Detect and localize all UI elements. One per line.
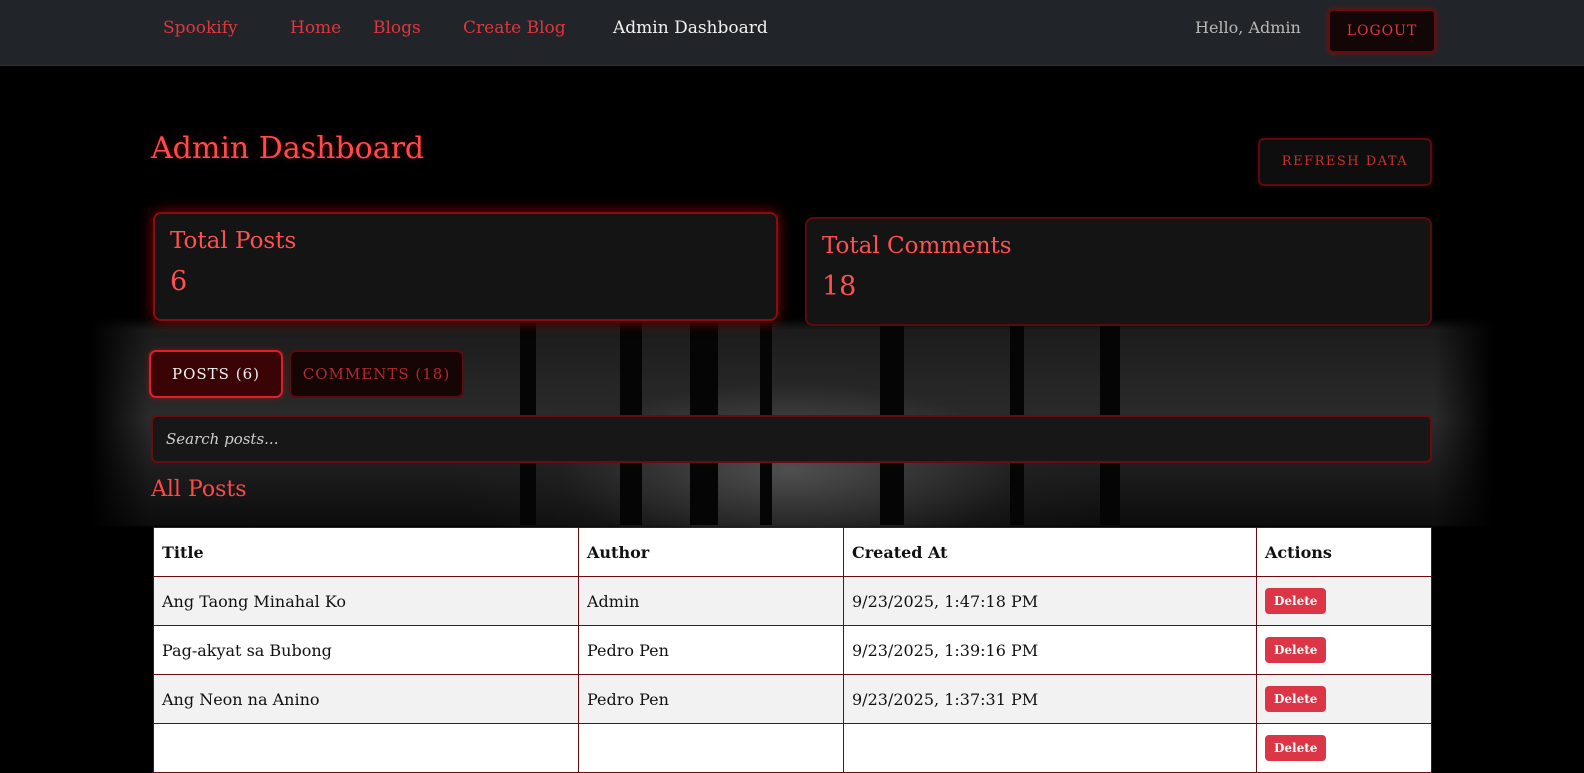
posts-table: Title Author Created At Actions Ang Taon… (153, 527, 1432, 773)
post-author-cell: Admin (578, 576, 844, 626)
post-created-at-cell (843, 723, 1257, 773)
post-created-at-cell: 9/23/2025, 1:37:31 PM (843, 674, 1257, 724)
top-navbar: Spookify Home Blogs Create Blog Admin Da… (0, 0, 1584, 66)
column-header-actions: Actions (1256, 527, 1432, 577)
post-title-cell (153, 723, 579, 773)
post-author-cell (578, 723, 844, 773)
post-actions-cell: Delete (1256, 723, 1432, 773)
total-posts-label: Total Posts (170, 228, 297, 254)
table-row: Ang Neon na Anino Pedro Pen 9/23/2025, 1… (153, 674, 1432, 724)
tab-comments[interactable]: COMMENTS (18) (289, 350, 464, 398)
nav-home-link[interactable]: Home (290, 18, 341, 38)
column-header-author: Author (578, 527, 844, 577)
admin-dashboard-main: Admin Dashboard REFRESH DATA Total Posts… (0, 0, 1584, 773)
tab-posts[interactable]: POSTS (6) (149, 350, 283, 398)
nav-admin-dashboard-link[interactable]: Admin Dashboard (613, 18, 768, 38)
delete-post-button[interactable]: Delete (1265, 735, 1327, 761)
post-actions-cell: Delete (1256, 625, 1432, 675)
delete-post-button[interactable]: Delete (1265, 637, 1327, 663)
post-actions-cell: Delete (1256, 576, 1432, 626)
post-title-cell: Ang Neon na Anino (153, 674, 579, 724)
nav-create-blog-link[interactable]: Create Blog (463, 18, 566, 38)
page-title: Admin Dashboard (151, 131, 425, 166)
total-comments-card: Total Comments 18 (805, 217, 1432, 326)
post-title-cell: Ang Taong Minahal Ko (153, 576, 579, 626)
brand-link[interactable]: Spookify (163, 18, 238, 38)
table-row: Pag-akyat sa Bubong Pedro Pen 9/23/2025,… (153, 625, 1432, 675)
total-comments-value: 18 (822, 271, 857, 302)
table-row: Ang Taong Minahal Ko Admin 9/23/2025, 1:… (153, 576, 1432, 626)
post-author-cell: Pedro Pen (578, 674, 844, 724)
post-title-cell: Pag-akyat sa Bubong (153, 625, 579, 675)
table-header-row: Title Author Created At Actions (153, 527, 1432, 577)
post-author-cell: Pedro Pen (578, 625, 844, 675)
delete-post-button[interactable]: Delete (1265, 588, 1327, 614)
column-header-title: Title (153, 527, 579, 577)
user-greeting: Hello, Admin (1195, 18, 1301, 37)
table-row: Delete (153, 723, 1432, 773)
all-posts-heading: All Posts (151, 477, 247, 502)
total-comments-label: Total Comments (822, 233, 1012, 259)
refresh-data-button[interactable]: REFRESH DATA (1258, 138, 1432, 186)
post-actions-cell: Delete (1256, 674, 1432, 724)
nav-blogs-link[interactable]: Blogs (373, 18, 421, 38)
total-posts-value: 6 (170, 266, 188, 297)
column-header-created-at: Created At (843, 527, 1257, 577)
post-created-at-cell: 9/23/2025, 1:47:18 PM (843, 576, 1257, 626)
total-posts-card: Total Posts 6 (153, 212, 778, 321)
post-created-at-cell: 9/23/2025, 1:39:16 PM (843, 625, 1257, 675)
delete-post-button[interactable]: Delete (1265, 686, 1327, 712)
logout-button[interactable]: LOGOUT (1328, 9, 1436, 53)
search-posts-input[interactable] (151, 415, 1432, 463)
